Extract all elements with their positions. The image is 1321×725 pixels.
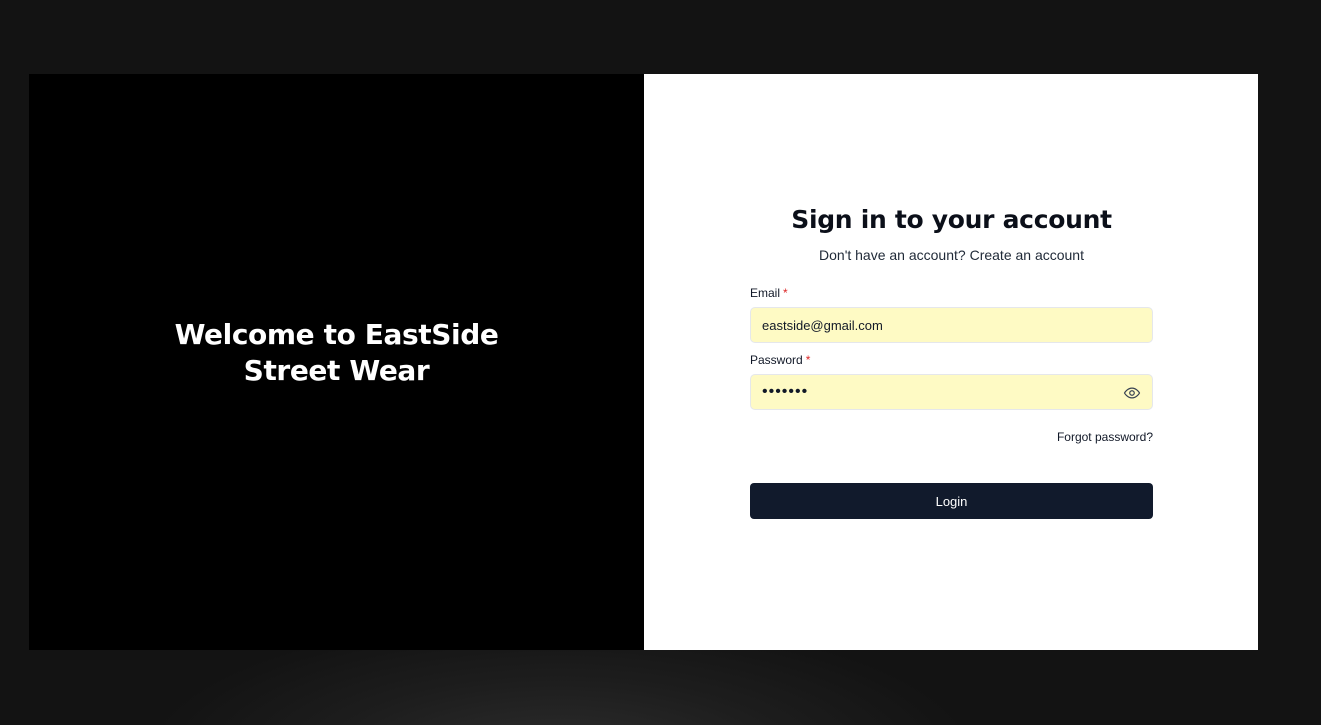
login-button[interactable]: Login (750, 483, 1153, 519)
signin-panel: Sign in to your account Don't have an ac… (644, 74, 1258, 650)
password-field-wrapper (750, 374, 1153, 410)
password-label-text: Password (750, 353, 803, 367)
password-label: Password * (750, 352, 1153, 368)
email-field-wrapper (750, 307, 1153, 343)
email-label: Email * (750, 285, 1153, 301)
password-field[interactable] (751, 375, 1152, 409)
forgot-password-row: Forgot password? (750, 429, 1153, 445)
auth-card: Welcome to EastSide Street Wear Sign in … (29, 74, 1258, 650)
page-title: Sign in to your account (791, 205, 1112, 234)
forgot-password-link[interactable]: Forgot password? (1057, 430, 1153, 444)
create-account-link[interactable]: Create an account (970, 247, 1084, 263)
eye-icon[interactable] (1123, 384, 1141, 402)
no-account-text: Don't have an account? (819, 247, 966, 263)
welcome-panel: Welcome to EastSide Street Wear (29, 74, 644, 650)
email-field[interactable] (751, 308, 1152, 342)
required-marker: * (805, 353, 811, 367)
welcome-heading: Welcome to EastSide Street Wear (174, 318, 499, 387)
required-marker: * (783, 286, 788, 300)
email-label-text: Email (750, 286, 781, 300)
signin-form: Sign in to your account Don't have an ac… (750, 203, 1153, 519)
signup-prompt: Don't have an account? Create an account (750, 246, 1153, 264)
